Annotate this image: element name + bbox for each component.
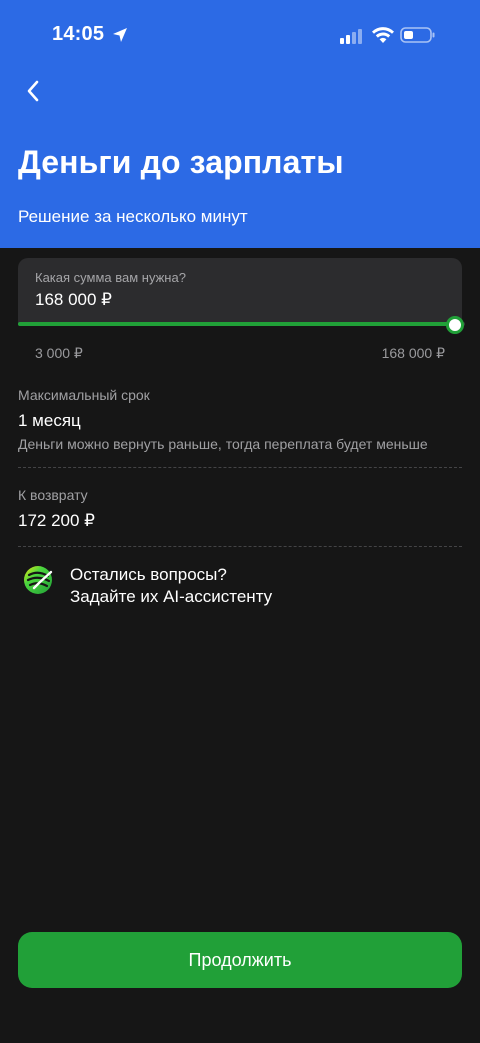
amount-value[interactable]: 168 000 ₽ [35, 290, 112, 310]
ai-assistant-link[interactable]: Остались вопросы? Задайте их AI-ассистен… [18, 562, 462, 610]
assistant-question-text: Остались вопросы? [70, 565, 227, 584]
cellular-signal-icon [340, 29, 362, 44]
status-bar: 14:05 [0, 0, 480, 70]
divider [18, 467, 462, 468]
location-arrow-icon [113, 28, 127, 42]
status-time: 14:05 [52, 23, 105, 45]
term-value: 1 месяц [18, 411, 81, 430]
page-subtitle: Решение за несколько минут [18, 207, 248, 226]
wifi-icon [372, 27, 394, 43]
continue-button[interactable]: Продолжить [18, 932, 462, 988]
repayment-value: 172 200 ₽ [18, 511, 95, 530]
amount-label: Какая сумма вам нужна? [35, 270, 186, 285]
slider-fill [18, 322, 455, 326]
divider [18, 546, 462, 547]
assistant-cta-text: Задайте их AI-ассистенту [70, 587, 273, 606]
chevron-left-icon [27, 80, 39, 102]
sber-logo-icon [24, 566, 53, 594]
term-hint: Деньги можно вернуть раньше, тогда переп… [18, 436, 428, 452]
amount-slider[interactable] [18, 316, 465, 334]
app-screen: 14:05 Деньги до зарплаты Решение за неск… [0, 0, 480, 1043]
slider-min-label: 3 000 ₽ [35, 345, 83, 361]
battery-icon [400, 27, 435, 43]
back-button[interactable] [16, 74, 50, 108]
repayment-label: К возврату [18, 487, 88, 503]
slider-max-label: 168 000 ₽ [381, 345, 445, 361]
slider-thumb[interactable] [446, 316, 464, 334]
amount-input-card[interactable]: Какая сумма вам нужна? 168 000 ₽ [18, 258, 462, 324]
page-title: Деньги до зарплаты [18, 144, 344, 180]
term-label: Максимальный срок [18, 387, 150, 403]
header: 14:05 Деньги до зарплаты Решение за неск… [0, 0, 480, 248]
